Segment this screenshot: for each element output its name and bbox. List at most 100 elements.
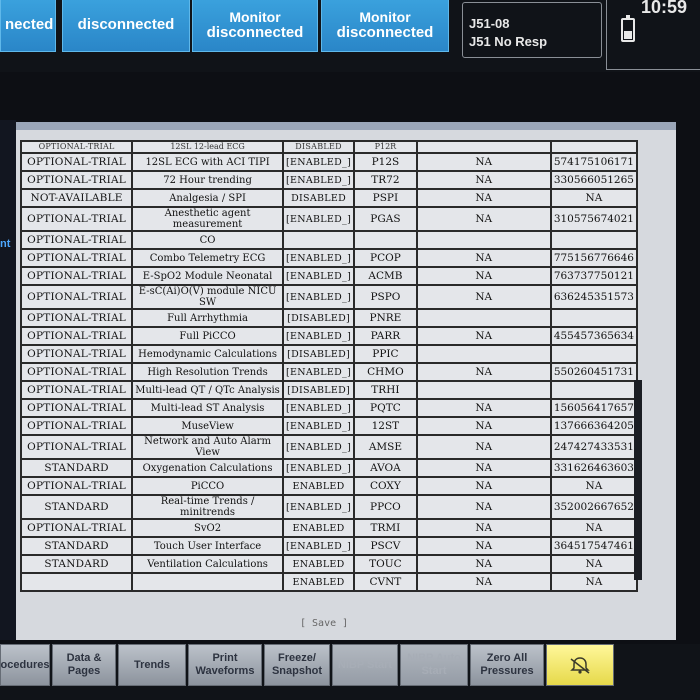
softkey-nibp-start[interactable]: NIBP Start (332, 644, 398, 686)
scrollbar[interactable] (634, 380, 642, 580)
license-name-cell: Hemodynamic Calculations (131, 344, 284, 364)
license-code-cell: P12S (353, 152, 418, 172)
license-code-cell: 12ST (353, 416, 418, 436)
license-status-cell: OPTIONAL-TRIAL (19, 398, 134, 418)
license-state-cell (281, 230, 356, 250)
table-row[interactable]: OPTIONAL-TRIAL 72 Hour trending [ENABLED_]… (19, 170, 639, 190)
status-tile-line2: disconnected (77, 16, 175, 34)
license-state-cell: DISABLED (281, 188, 356, 208)
license-id-cell: 310575674021 (549, 206, 639, 232)
license-name-cell: 72 Hour trending (131, 170, 284, 190)
status-tile-line2: disconnected (336, 23, 434, 41)
license-key-cell: NA (415, 266, 552, 286)
license-key-cell: NA (415, 554, 552, 574)
status-tile-monitor-2[interactable]: Monitor disconnected (321, 0, 449, 52)
table-row[interactable]: OPTIONAL-TRIAL 12SL ECG with ACI TIPI [ENA… (19, 152, 639, 172)
table-row[interactable]: NOT-AVAILABLE Analgesia / SPI DISABLED PSPI… (19, 188, 639, 208)
table-row[interactable]: OPTIONAL-TRIAL SvO2 ENABLED TRMI NA NA (19, 518, 639, 538)
table-row[interactable]: OPTIONAL-TRIAL High Resolution Trends [ENA… (19, 362, 639, 382)
status-tile-device[interactable]: disconnected (62, 0, 190, 52)
license-id-cell: 550260451731 (549, 362, 639, 382)
license-code-cell: PARR (353, 326, 418, 346)
softkey-trends[interactable]: Trends (118, 644, 186, 686)
table-row[interactable]: OPTIONAL-TRIAL Full Arrhythmia [DISABLED] P… (19, 308, 639, 328)
softkey-nibp-auto-start[interactable]: NIBP Auto Start (400, 644, 468, 686)
table-row[interactable]: OPTIONAL-TRIAL CO (19, 230, 639, 250)
license-id-cell: NA (549, 476, 639, 496)
table-row[interactable]: OPTIONAL-TRIAL Multi-lead ST Analysis [ENA… (19, 398, 639, 418)
patient-info-box[interactable]: J51-08 J51 No Resp (462, 2, 602, 58)
license-name-cell: E-sC(Ai)O(V) module NICU SW (131, 284, 284, 310)
license-id-cell (549, 380, 639, 400)
table-row[interactable]: OPTIONAL-TRIAL 12SL 12-lead ECG DISABLED P1… (19, 140, 639, 154)
table-row[interactable]: OPTIONAL-TRIAL Combo Telemetry ECG [ENABLE… (19, 248, 639, 268)
license-state-cell: ENABLED (281, 476, 356, 496)
table-row[interactable]: STANDARD Oxygenation Calculations [ENABLED… (19, 458, 639, 478)
license-key-cell: NA (415, 398, 552, 418)
license-id-cell: NA (549, 518, 639, 538)
license-id-cell (549, 308, 639, 328)
license-name-cell: E-SpO2 Module Neonatal (131, 266, 284, 286)
license-code-cell: AMSE (353, 434, 418, 460)
license-name-cell: Network and Auto Alarm View (131, 434, 284, 460)
license-status-cell: OPTIONAL-TRIAL (19, 416, 134, 436)
softkey-label: Print Waveforms (195, 652, 255, 677)
status-tile-monitor-1[interactable]: Monitor disconnected (192, 0, 318, 52)
bed-label: J51-08 (469, 16, 510, 31)
softkey-print-waveforms[interactable]: Print Waveforms (188, 644, 262, 686)
license-code-cell: PQTC (353, 398, 418, 418)
table-row[interactable]: OPTIONAL-TRIAL MuseView [ENABLED_] 12ST NA 13… (19, 416, 639, 436)
softkey-procedures[interactable]: ocedures (0, 644, 50, 686)
table-row[interactable]: OPTIONAL-TRIAL E-SpO2 Module Neonatal [ENA… (19, 266, 639, 286)
license-code-cell: PSPI (353, 188, 418, 208)
softkey-freeze-snapshot[interactable]: Freeze/ Snapshot (264, 644, 330, 686)
license-status-cell (19, 572, 134, 592)
license-code-cell: PGAS (353, 206, 418, 232)
license-id-cell: NA (549, 554, 639, 574)
table-row[interactable]: OPTIONAL-TRIAL Anesthetic agent measureme… (19, 206, 639, 232)
table-row[interactable]: ENABLED CVNT NA NA (19, 572, 639, 592)
save-button[interactable]: [ Save ] (300, 618, 348, 629)
license-id-cell (549, 140, 639, 154)
softkey-data-pages[interactable]: Data & Pages (52, 644, 116, 686)
license-code-cell: CHMO (353, 362, 418, 382)
table-row[interactable]: STANDARD Touch User Interface [ENABLED_] PS… (19, 536, 639, 556)
softkey-bar: ocedures Data & Pages Trends Print Waveform… (0, 644, 700, 700)
license-id-cell: 455457365634 (549, 326, 639, 346)
license-status-cell: OPTIONAL-TRIAL (19, 140, 134, 154)
license-name-cell: High Resolution Trends (131, 362, 284, 382)
table-row[interactable]: OPTIONAL-TRIAL E-sC(Ai)O(V) module NICU S… (19, 284, 639, 310)
license-status-cell: OPTIONAL-TRIAL (19, 326, 134, 346)
license-code-cell: CVNT (353, 572, 418, 592)
license-status-cell: STANDARD (19, 494, 134, 520)
softkey-alarm-silence[interactable] (546, 644, 614, 686)
license-key-cell: NA (415, 188, 552, 208)
license-key-cell: NA (415, 458, 552, 478)
license-code-cell: TOUC (353, 554, 418, 574)
license-table: OPTIONAL-TRIAL 12SL 12-lead ECG DISABLED P1… (19, 140, 639, 592)
license-name-cell: Anesthetic agent measurement (131, 206, 284, 232)
table-row[interactable]: OPTIONAL-TRIAL Hemodynamic Calculations [D… (19, 344, 639, 364)
top-status-bar: nected disconnected Monitor disconnected… (0, 0, 700, 72)
license-key-cell: NA (415, 326, 552, 346)
table-row[interactable]: OPTIONAL-TRIAL Multi-lead QT / QTc Analys… (19, 380, 639, 400)
license-id-cell: 574175106171 (549, 152, 639, 172)
license-id-cell: NA (549, 572, 639, 592)
license-code-cell: AVOA (353, 458, 418, 478)
license-status-cell: STANDARD (19, 458, 134, 478)
table-row[interactable]: OPTIONAL-TRIAL PiCCO ENABLED COXY NA NA (19, 476, 639, 496)
license-status-cell: OPTIONAL-TRIAL (19, 308, 134, 328)
license-state-cell: [ENABLED_] (281, 248, 356, 268)
softkey-zero-all-pressures[interactable]: Zero All Pressures (470, 644, 544, 686)
table-row[interactable]: STANDARD Ventilation Calculations ENABLED T… (19, 554, 639, 574)
table-row[interactable]: OPTIONAL-TRIAL Network and Auto Alarm Vie… (19, 434, 639, 460)
license-status-cell: OPTIONAL-TRIAL (19, 284, 134, 310)
table-row[interactable]: OPTIONAL-TRIAL Full PiCCO [ENABLED_] PARR NA… (19, 326, 639, 346)
status-tile-connection[interactable]: nected (0, 0, 56, 52)
license-id-cell: 331626463603 (549, 458, 639, 478)
license-key-cell (415, 230, 552, 250)
table-row[interactable]: STANDARD Real-time Trends / minitrends [EN… (19, 494, 639, 520)
status-tile-line2: disconnected (206, 23, 304, 41)
license-status-cell: OPTIONAL-TRIAL (19, 518, 134, 538)
license-state-cell: ENABLED (281, 572, 356, 592)
